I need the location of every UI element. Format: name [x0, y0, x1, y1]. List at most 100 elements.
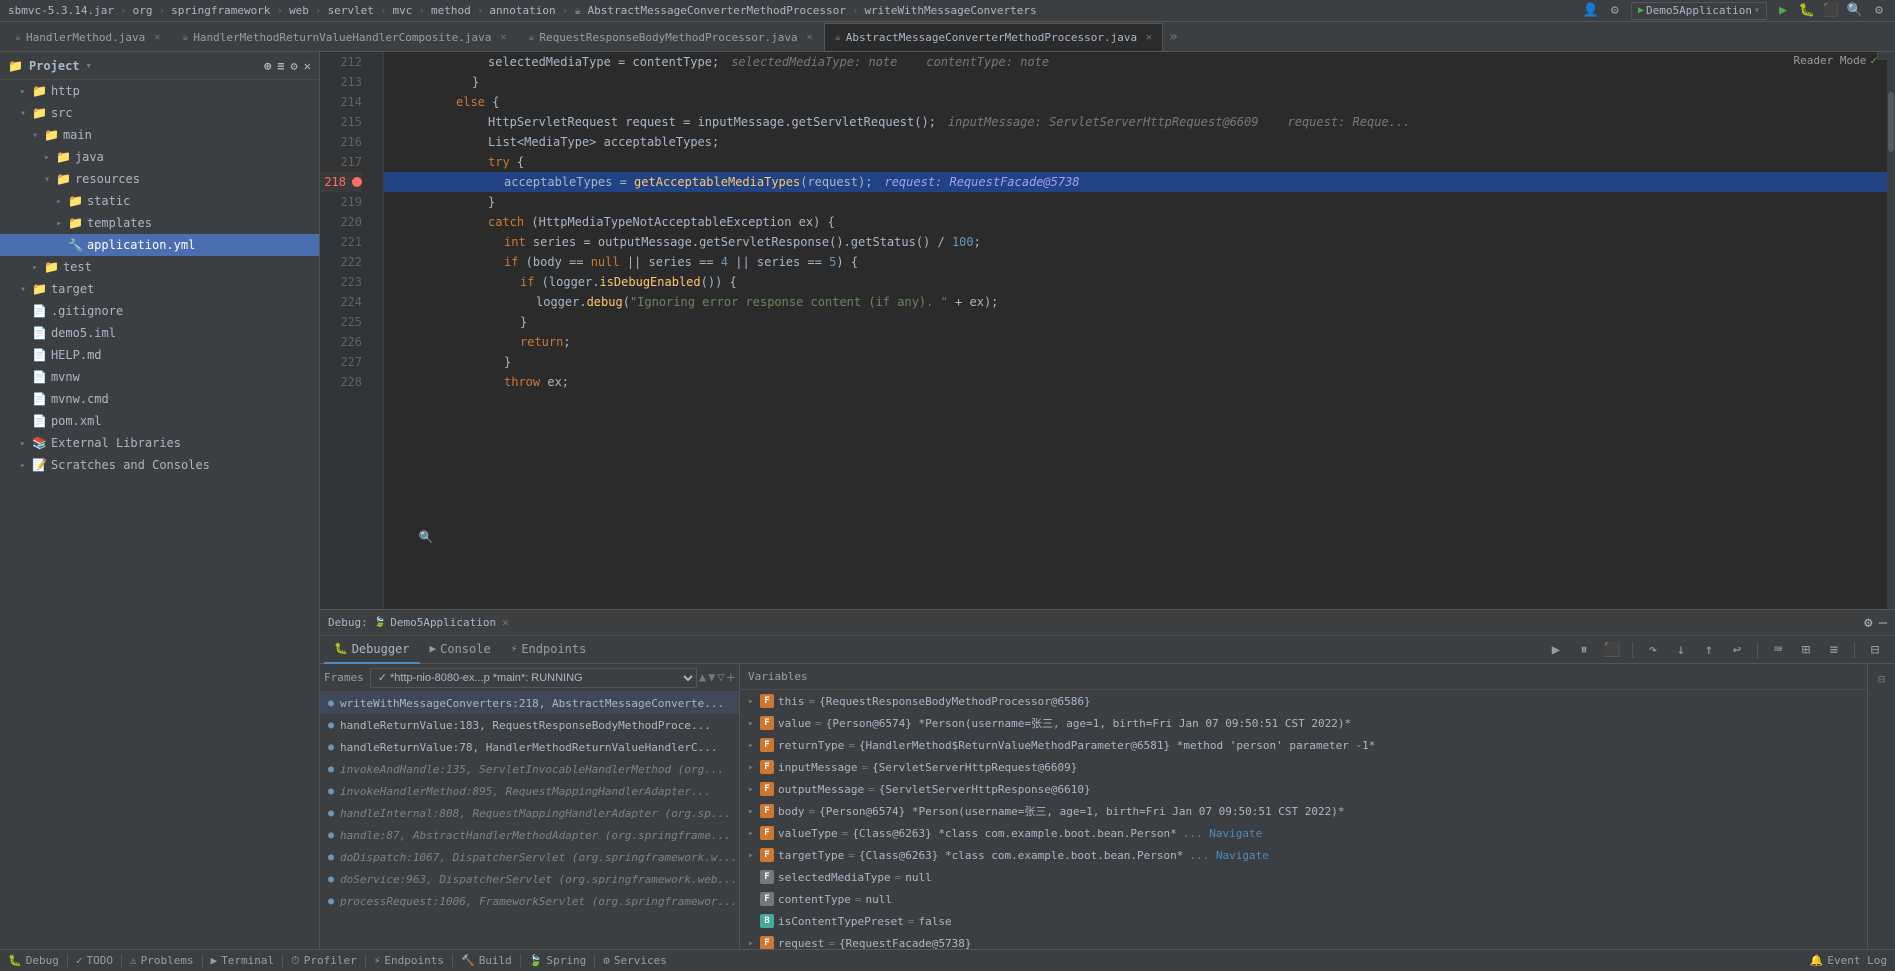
frame-item-9[interactable]: ● processRequest:1006, FrameworkServlet …	[320, 890, 739, 912]
run-config-dropdown[interactable]: ▶ Demo5Application ▾	[1631, 2, 1767, 20]
sidebar-item-mvnw[interactable]: 📄 mvnw	[0, 366, 319, 388]
user-icon[interactable]: 👤	[1583, 3, 1599, 19]
sidebar-item-resources[interactable]: ▾ 📁 resources	[0, 168, 319, 190]
var-item-targettype[interactable]: ▸ F targetType = {Class@6263} *class com…	[740, 844, 1867, 866]
evaluate-btn[interactable]: ⌨	[1766, 638, 1790, 662]
run-icon[interactable]: ▶	[1775, 3, 1791, 19]
breadcrumb-part-web[interactable]: web	[289, 4, 309, 17]
frame-item-2[interactable]: ● handleReturnValue:78, HandlerMethodRet…	[320, 736, 739, 758]
close-sidebar-icon[interactable]: ✕	[304, 59, 311, 73]
tab-handlerreturn[interactable]: ☕ HandlerMethodReturnValueHandlerComposi…	[171, 23, 517, 51]
stop-icon[interactable]: ⬛	[1823, 3, 1839, 19]
var-item-selectedmediatype[interactable]: F selectedMediaType = null	[740, 866, 1867, 888]
var-item-inputmessage[interactable]: ▸ F inputMessage = {ServletServerHttpReq…	[740, 756, 1867, 778]
settings-icon[interactable]: ⚙	[1871, 3, 1887, 19]
sidebar-item-target[interactable]: ▾ 📁 target	[0, 278, 319, 300]
status-problems[interactable]: ⚠ Problems	[130, 954, 194, 967]
frame-item-6[interactable]: ● handle:87, AbstractHandlerMethodAdapte…	[320, 824, 739, 846]
more-tabs-button[interactable]: »	[1163, 29, 1183, 45]
sidebar-item-pomxml[interactable]: 📄 pom.xml	[0, 410, 319, 432]
sidebar-item-http[interactable]: ▸ 📁 http	[0, 80, 319, 102]
breadcrumb-part-jar[interactable]: sbmvc-5.3.14.jar	[8, 4, 114, 17]
status-terminal[interactable]: ▶ Terminal	[211, 954, 275, 967]
var-item-iscontenttypepreset[interactable]: B isContentTypePreset = false	[740, 910, 1867, 932]
status-event-log[interactable]: 🔔 Event Log	[1810, 954, 1887, 967]
debug-restore-btn[interactable]: ⊟	[1871, 668, 1893, 690]
close-debug-tab-icon[interactable]: ✕	[502, 616, 509, 629]
restore-layout-btn[interactable]: ⊟	[1863, 638, 1887, 662]
frames-add-btn[interactable]: +	[727, 670, 735, 686]
debug-tab-endpoints[interactable]: ⚡ Endpoints	[501, 636, 597, 664]
settings-debug-icon[interactable]: ⚙	[1864, 615, 1872, 631]
debug-tab-console[interactable]: ▶ Console	[420, 636, 501, 664]
resume-btn[interactable]: ▶	[1544, 638, 1568, 662]
status-debug[interactable]: 🐛 Debug	[8, 954, 59, 967]
frame-item-5[interactable]: ● handleInternal:808, RequestMappingHand…	[320, 802, 739, 824]
reader-mode-check-icon[interactable]: ✓	[1870, 54, 1877, 67]
frames-down-btn[interactable]: ▼	[708, 670, 715, 686]
breadcrumb-part-mvc[interactable]: mvc	[393, 4, 413, 17]
step-over-btn[interactable]: ↷	[1641, 638, 1665, 662]
sidebar-item-main[interactable]: ▾ 📁 main	[0, 124, 319, 146]
frame-item-4[interactable]: ● invokeHandlerMethod:895, RequestMappin…	[320, 780, 739, 802]
var-item-returntype[interactable]: ▸ F returnType = {HandlerMethod$ReturnVa…	[740, 734, 1867, 756]
breadcrumb-part-method-name[interactable]: writeWithMessageConverters	[864, 4, 1036, 17]
valuetype-navigate-link[interactable]: ... Navigate	[1183, 827, 1262, 840]
new-file-icon[interactable]: ⊕	[264, 59, 271, 73]
breadcrumb-part-springframework[interactable]: springframework	[171, 4, 270, 17]
breadcrumb-part-org[interactable]: org	[133, 4, 153, 17]
settings-sidebar-icon[interactable]: ⚙	[291, 59, 298, 73]
status-services[interactable]: ⚙ Services	[603, 954, 667, 967]
stop-btn[interactable]: ⬛	[1600, 638, 1624, 662]
code-editor[interactable]: selectedMediaType = contentType; selecte…	[384, 52, 1887, 609]
targettype-navigate-link[interactable]: ... Navigate	[1189, 849, 1268, 862]
tab-requestresponse[interactable]: ☕ RequestResponseBodyMethodProcessor.jav…	[517, 23, 823, 51]
status-endpoints[interactable]: ⚡ Endpoints	[374, 954, 444, 967]
frame-item-1[interactable]: ● handleReturnValue:183, RequestResponse…	[320, 714, 739, 736]
sidebar-item-test[interactable]: ▸ 📁 test	[0, 256, 319, 278]
collapse-icon[interactable]: ≡	[277, 59, 284, 73]
step-out-btn[interactable]: ↑	[1697, 638, 1721, 662]
breadcrumb-part-class[interactable]: ☕ AbstractMessageConverterMethodProcesso…	[574, 4, 846, 17]
debug-tab-debugger[interactable]: 🐛 Debugger	[324, 636, 420, 664]
frame-item-7[interactable]: ● doDispatch:1067, DispatcherServlet (or…	[320, 846, 739, 868]
pause-btn[interactable]: ⏸	[1572, 638, 1596, 662]
var-item-this[interactable]: ▸ F this = {RequestResponseBodyMethodPro…	[740, 690, 1867, 712]
var-item-valuetype[interactable]: ▸ F valueType = {Class@6263} *class com.…	[740, 822, 1867, 844]
scrollbar-thumb[interactable]	[1888, 92, 1894, 152]
gear-icon[interactable]: ⚙	[1607, 3, 1623, 19]
tab-close-icon-3[interactable]: ✕	[807, 32, 813, 43]
status-spring[interactable]: 🍃 Spring	[529, 954, 586, 967]
breadcrumb-part-servlet[interactable]: servlet	[328, 4, 374, 17]
sidebar-item-helpmd[interactable]: 📄 HELP.md	[0, 344, 319, 366]
status-profiler[interactable]: ⏱ Profiler	[291, 954, 357, 968]
sidebar-item-external-libraries[interactable]: ▸ 📚 External Libraries	[0, 432, 319, 454]
breadcrumb-part-method[interactable]: method	[431, 4, 471, 17]
sidebar-item-src[interactable]: ▾ 📁 src	[0, 102, 319, 124]
frame-item-3[interactable]: ● invokeAndHandle:135, ServletInvocableH…	[320, 758, 739, 780]
sidebar-item-application-yml[interactable]: 🔧 application.yml	[0, 234, 319, 256]
step-into-btn[interactable]: ↓	[1669, 638, 1693, 662]
sidebar-item-mvnw-cmd[interactable]: 📄 mvnw.cmd	[0, 388, 319, 410]
var-item-contenttype[interactable]: F contentType = null	[740, 888, 1867, 910]
sidebar-item-gitignore[interactable]: 📄 .gitignore	[0, 300, 319, 322]
frame-item-0[interactable]: ● writeWithMessageConverters:218, Abstra…	[320, 692, 739, 714]
sidebar-item-templates[interactable]: ▸ 📁 templates	[0, 212, 319, 234]
debug-icon[interactable]: 🐛	[1799, 3, 1815, 19]
search-icon[interactable]: 🔍	[1847, 3, 1863, 19]
sidebar-item-java[interactable]: ▸ 📁 java	[0, 146, 319, 168]
tab-abstractmessage[interactable]: ☕ AbstractMessageConverterMethodProcesso…	[824, 23, 1163, 51]
status-build[interactable]: 🔨 Build	[461, 954, 512, 967]
editor-scrollbar[interactable]	[1887, 52, 1895, 609]
breadcrumb-part-annotation[interactable]: annotation	[489, 4, 555, 17]
tab-close-icon[interactable]: ✕	[154, 32, 160, 43]
tab-close-icon-4[interactable]: ✕	[1146, 32, 1152, 43]
frames-up-btn[interactable]: ▲	[699, 670, 706, 686]
frames-filter-btn[interactable]: ▽	[717, 670, 724, 686]
tab-handlermethod[interactable]: ☕ HandlerMethod.java ✕	[4, 23, 171, 51]
var-item-outputmessage[interactable]: ▸ F outputMessage = {ServletServerHttpRe…	[740, 778, 1867, 800]
run-to-cursor-btn[interactable]: ↩	[1725, 638, 1749, 662]
thread-selector[interactable]: ✓ *http-nio-8080-ex...p *main*: RUNNING	[370, 668, 697, 688]
var-item-value[interactable]: ▸ F value = {Person@6574} *Person(userna…	[740, 712, 1867, 734]
view-btn[interactable]: ⊞	[1794, 638, 1818, 662]
